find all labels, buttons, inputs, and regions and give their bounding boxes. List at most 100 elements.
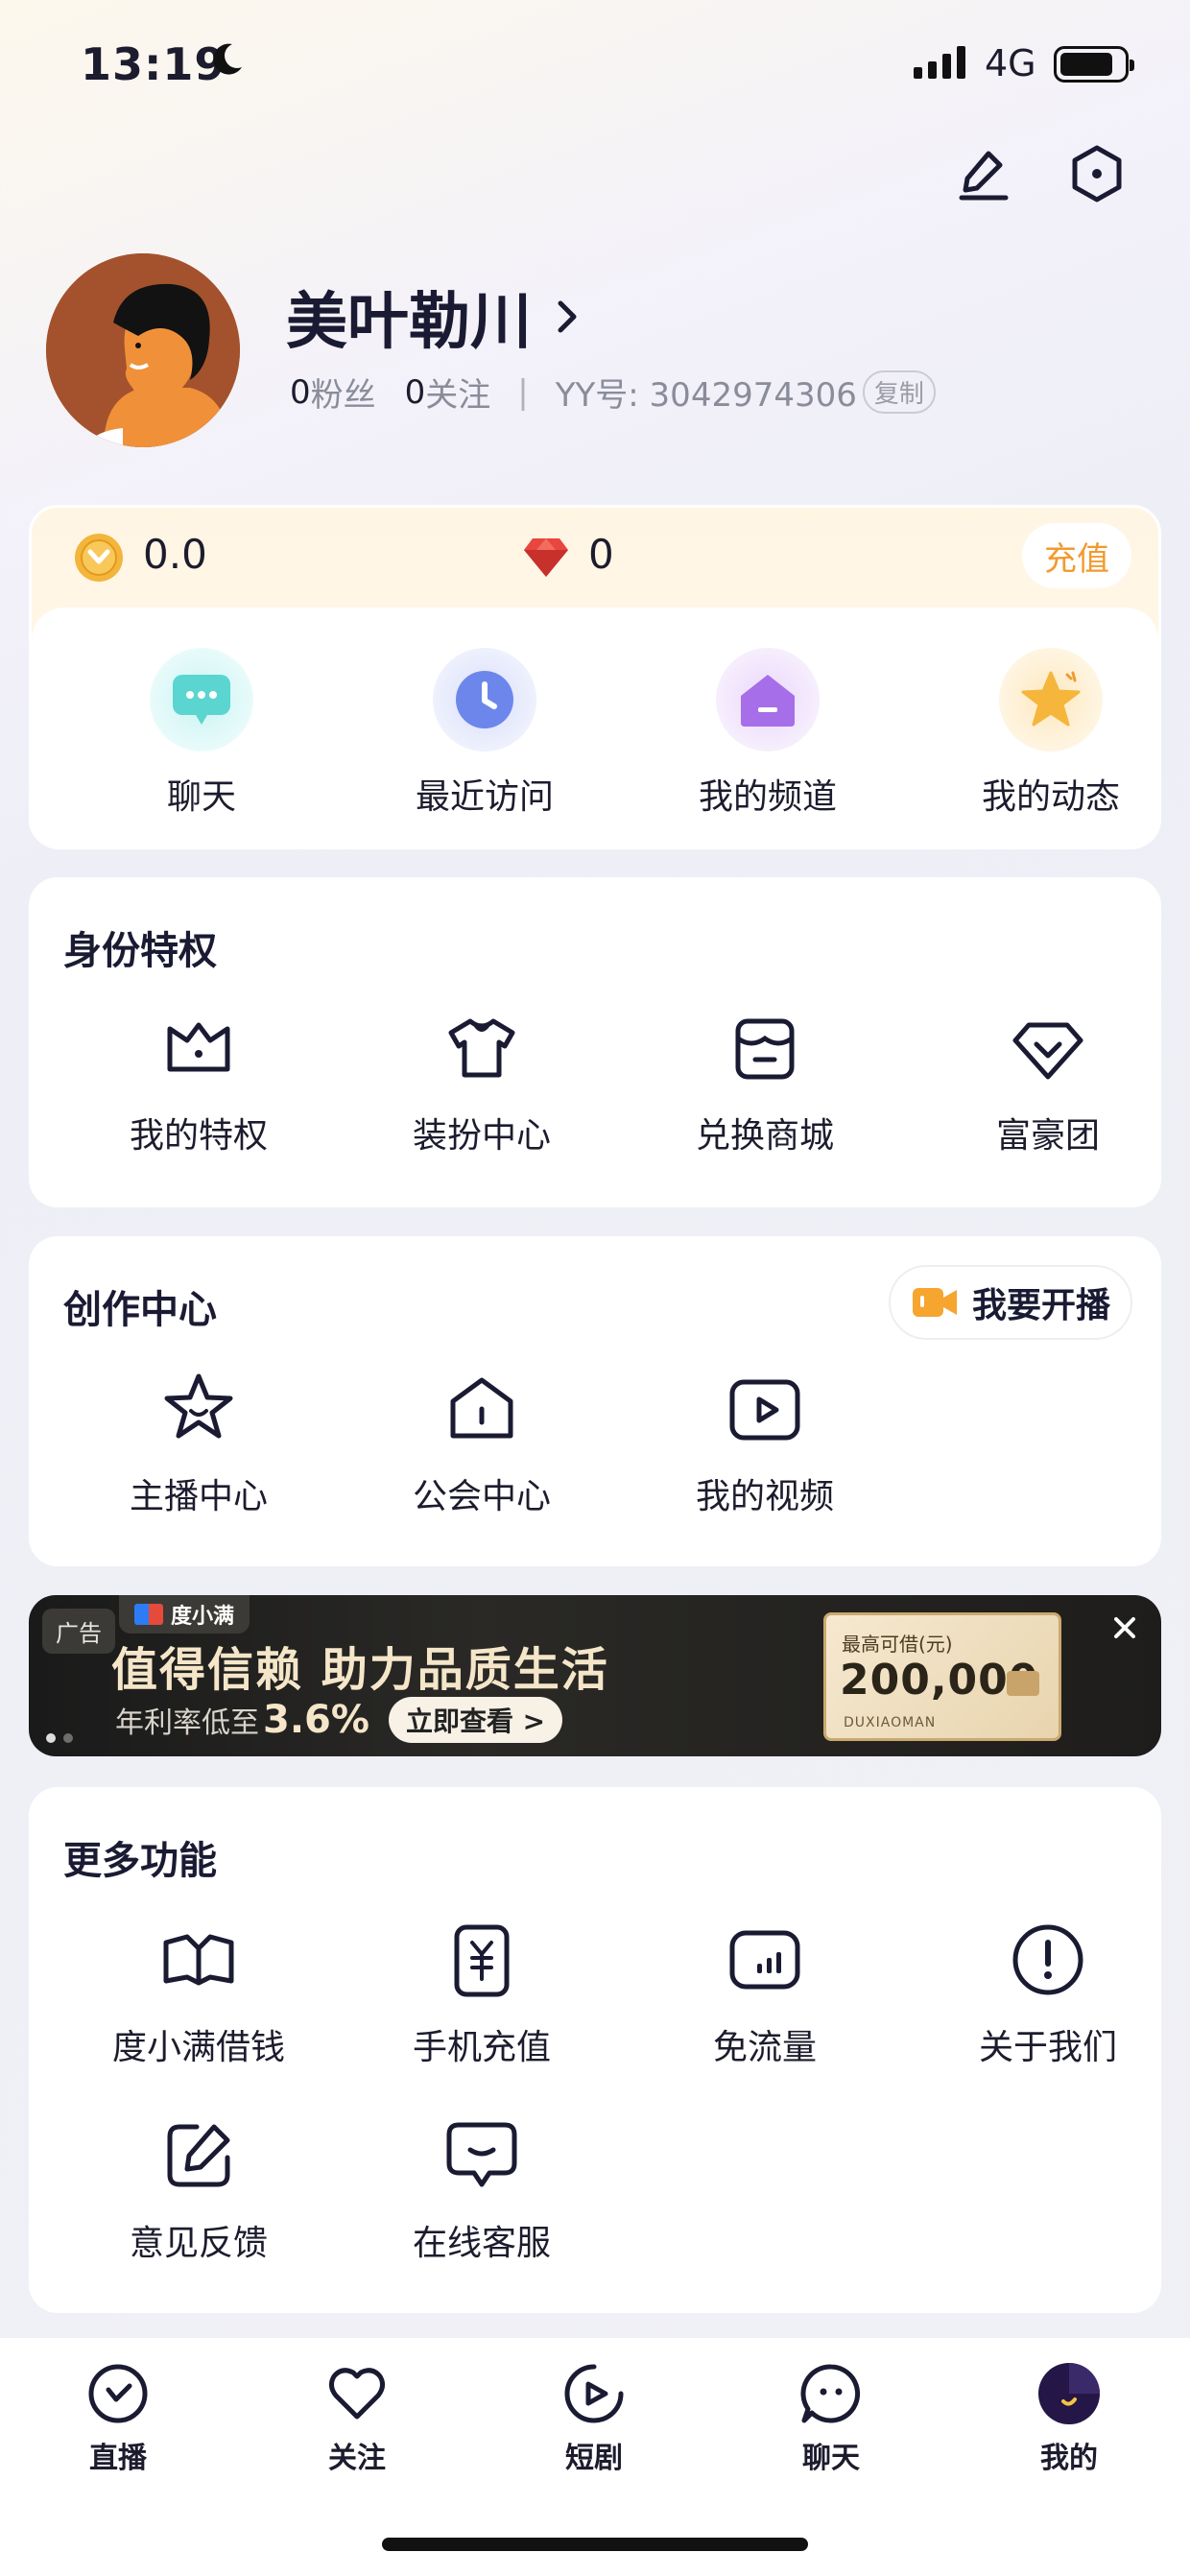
ad-credit-card: 最高可借(元) 200,000 DUXIAOMAN [823, 1612, 1061, 1741]
chat-smile-icon [446, 2122, 517, 2187]
more-feedback[interactable]: 意见反馈 [55, 2115, 343, 2265]
yy-id: YY号: 3042974306 [555, 376, 857, 415]
tab-mine-label: 我的 [1040, 2442, 1098, 2475]
ad-banner[interactable]: 广告 度小满 值得信赖 助力品质生活 年利率低至 3.6% 立即查看 > 最高可… [29, 1595, 1161, 1756]
tab-live[interactable]: 直播 [51, 2359, 185, 2476]
privilege-store[interactable]: 兑换商城 [621, 1008, 909, 1157]
creator-card: 创作中心 我要开播 主播中心 公会中心 我的视频 [29, 1236, 1161, 1566]
privilege-rich-club-label: 富豪团 [995, 1116, 1100, 1156]
fans-label[interactable]: 粉丝 [311, 369, 376, 416]
home-channel-icon [741, 675, 795, 727]
tab-short-drama[interactable]: 短剧 [527, 2359, 661, 2476]
house-icon [450, 1377, 513, 1439]
ad-brand-text: 度小满 [171, 1605, 235, 1629]
quick-recent-visits[interactable]: 最近访问 [341, 648, 629, 819]
profile-avatar-icon [1038, 2363, 1100, 2424]
home-indicator [382, 2538, 808, 2551]
avatar-illustration-icon [46, 253, 240, 447]
phone-yuan-icon [454, 1924, 510, 1997]
more-about-us[interactable]: 关于我们 [904, 1920, 1190, 2069]
meta-separator: | [517, 372, 529, 412]
privilege-store-label: 兑换商城 [695, 1116, 834, 1156]
info-exclamation-icon [1012, 1924, 1083, 1995]
ad-sub-prefix: 年利率低至 [115, 1706, 259, 1740]
tab-follow-label: 关注 [328, 2442, 386, 2475]
more-service-label: 在线客服 [412, 2224, 551, 2263]
creator-guild-center[interactable]: 公会中心 [338, 1369, 626, 1518]
battery-icon [1054, 46, 1134, 83]
creator-title: 创作中心 [63, 1288, 217, 1332]
tab-live-label: 直播 [89, 2442, 147, 2475]
more-title: 更多功能 [63, 1839, 217, 1883]
tab-mine[interactable]: 我的 [1002, 2359, 1136, 2476]
edit-pencil-icon[interactable] [950, 140, 1017, 207]
coin-balance[interactable]: 0.0 [143, 531, 207, 578]
moon-icon [213, 43, 242, 75]
follow-label[interactable]: 关注 [425, 369, 490, 416]
ad-subline: 年利率低至 3.6% 立即查看 > [115, 1697, 563, 1743]
ad-card-brand: DUXIAOMAN [844, 1715, 937, 1730]
privilege-dressup[interactable]: 装扮中心 [338, 1008, 626, 1157]
camera-icon [912, 1288, 957, 1317]
tab-chat-label: 聊天 [802, 2442, 860, 2475]
wallet-row: 0.0 0 充值 [32, 508, 1158, 608]
crown-icon [167, 1022, 230, 1072]
ad-rate: 3.6% [263, 1698, 369, 1742]
privilege-rich-club[interactable]: 富豪团 [904, 1008, 1190, 1157]
privileges-card: 身份特权 我的特权 装扮中心 兑换商城 富豪团 [29, 877, 1161, 1207]
recharge-button[interactable]: 充值 [1022, 523, 1131, 588]
close-icon[interactable] [1111, 1614, 1138, 1641]
quick-moments-label: 我的动态 [981, 777, 1120, 817]
data-bars-icon [729, 1930, 800, 1990]
follow-count: 0 [404, 372, 426, 412]
quick-my-channel[interactable]: 我的频道 [624, 648, 912, 819]
copy-button[interactable]: 复制 [862, 370, 936, 414]
diamond-gem-icon [524, 538, 568, 577]
ad-headline: 值得信赖 助力品质生活 [111, 1643, 609, 1697]
ad-brand: 度小满 [119, 1595, 250, 1634]
wallet-card: 0.0 0 充值 聊天 最近访问 我的频道 我的动态 [29, 505, 1161, 849]
gem-balance[interactable]: 0 [588, 531, 614, 578]
chat-face-icon [800, 2364, 861, 2423]
ad-tag: 广告 [42, 1609, 115, 1654]
quick-recent-label: 最近访问 [415, 777, 554, 817]
edit-square-icon [167, 2124, 230, 2187]
more-free-data[interactable]: 免流量 [621, 1920, 909, 2069]
network-type: 4G [985, 42, 1036, 84]
more-phone-recharge[interactable]: 手机充值 [338, 1920, 626, 2069]
quick-chat-label: 聊天 [166, 777, 236, 817]
quick-my-moments[interactable]: 我的动态 [907, 648, 1190, 819]
creator-my-videos[interactable]: 我的视频 [621, 1369, 909, 1518]
more-card: 更多功能 度小满借钱 手机充值 免流量 关于我们 意见反馈 在线客服 [29, 1787, 1161, 2313]
go-live-button[interactable]: 我要开播 [889, 1265, 1132, 1340]
live-icon [88, 2364, 148, 2423]
tab-drama-label: 短剧 [565, 2442, 623, 2475]
go-live-label: 我要开播 [971, 1286, 1110, 1325]
settings-icon[interactable] [1063, 140, 1130, 207]
quick-actions: 聊天 最近访问 我的频道 我的动态 [32, 608, 1158, 849]
tshirt-icon [448, 1018, 515, 1078]
more-about-label: 关于我们 [978, 2028, 1117, 2067]
username[interactable]: 美叶勒川 [286, 273, 580, 361]
creator-host-center[interactable]: 主播中心 [55, 1369, 343, 1518]
star-face-icon [164, 1373, 233, 1439]
quick-chat[interactable]: 聊天 [58, 648, 345, 819]
play-icon [564, 2364, 624, 2423]
ad-cta-button[interactable]: 立即查看 > [388, 1697, 563, 1743]
more-customer-service[interactable]: 在线客服 [338, 2115, 626, 2265]
tab-follow[interactable]: 关注 [290, 2359, 424, 2476]
coin-icon [75, 534, 123, 582]
avatar[interactable] [46, 253, 240, 447]
chat-bubble-icon [173, 675, 230, 725]
status-bar: 13:19 4G [0, 0, 1190, 134]
privileges-title: 身份特权 [63, 929, 217, 973]
signal-icon [914, 44, 965, 79]
tab-chat[interactable]: 聊天 [764, 2359, 898, 2476]
creator-host-label: 主播中心 [129, 1477, 268, 1516]
star-icon [1021, 671, 1081, 727]
privilege-my-privileges-label: 我的特权 [129, 1116, 268, 1156]
privilege-my-privileges[interactable]: 我的特权 [55, 1008, 343, 1157]
more-loan[interactable]: 度小满借钱 [55, 1920, 343, 2069]
fans-count: 0 [290, 372, 311, 412]
more-feedback-label: 意见反馈 [129, 2224, 268, 2263]
